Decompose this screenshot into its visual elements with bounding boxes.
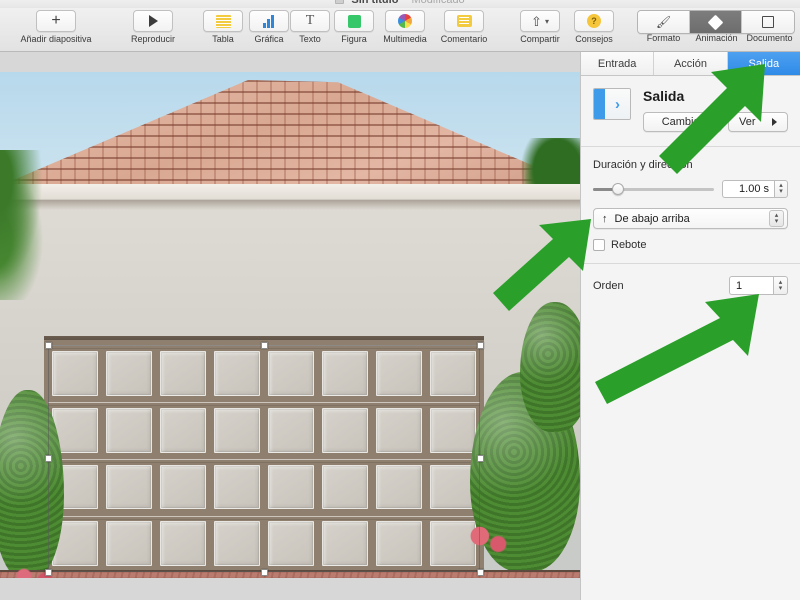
tile-roof (0, 80, 580, 190)
toolbar-text[interactable]: T Texto (290, 10, 330, 44)
toolbar-media-label: Multimedia (383, 34, 427, 44)
chevron-right-icon: › (605, 89, 630, 119)
effect-thumbnail[interactable]: › (593, 88, 631, 120)
media-icon (398, 14, 412, 28)
slider-knob[interactable] (612, 183, 625, 195)
driveway-pavers (0, 572, 580, 578)
selection-handle-middle-left[interactable] (45, 455, 52, 462)
toolbar-add-slide-label: Añadir diapositiva (20, 34, 92, 44)
comment-icon (456, 15, 472, 27)
inspector-segmented-control[interactable]: 🖌 (637, 10, 795, 34)
stepper-down-icon: ▾ (778, 284, 783, 292)
table-icon (215, 14, 231, 28)
main-toolbar: + Añadir diapositiva Reproducir Tabla Gr… (0, 8, 800, 52)
toolbar-tips-label: Consejos (575, 34, 613, 44)
share-icon: ⇧ (531, 13, 542, 29)
toolbar-document-label: Documento (746, 33, 793, 43)
toolbar-text-label: Texto (299, 34, 321, 44)
shape-icon (347, 14, 361, 28)
toolbar-chart[interactable]: Gráfica (247, 10, 291, 44)
toolbar-table-label: Tabla (212, 34, 234, 44)
toolbar-table[interactable]: Tabla (203, 10, 243, 44)
bar-chart-icon (262, 14, 277, 28)
bounce-row[interactable]: Rebote (593, 239, 788, 251)
toolbar-tips[interactable]: ? Consejos (569, 10, 619, 44)
window-title: Sin título (351, 0, 399, 6)
selection-handle-bottom-left[interactable] (45, 569, 52, 576)
selection-bounding-box (48, 345, 480, 572)
selection-handle-bottom-right[interactable] (477, 569, 484, 576)
play-icon (148, 15, 158, 27)
toolbar-chart-label: Gráfica (254, 34, 284, 44)
toolbar-share[interactable]: ⇧ ▾ Compartir (513, 10, 567, 44)
selection-handle-bottom-center[interactable] (261, 569, 268, 576)
toolbar-shape[interactable]: Figura (333, 10, 375, 44)
toolbar-add-slide[interactable]: + Añadir diapositiva (6, 10, 106, 44)
toolbar-comment-label: Comentario (440, 34, 488, 44)
toolbar-format-label: Formato (646, 33, 681, 43)
tab-entrada[interactable]: Entrada (581, 52, 655, 75)
toolbar-animate-button[interactable] (690, 11, 742, 33)
diamond-icon (707, 14, 724, 30)
toolbar-shape-label: Figura (341, 34, 367, 44)
toolbar-comment[interactable]: Comentario (434, 10, 494, 44)
tips-icon: ? (587, 14, 601, 28)
plus-icon: + (51, 12, 61, 29)
app-window: Sin título Modificado + Añadir diapositi… (0, 0, 800, 600)
order-stepper[interactable]: ▴ ▾ (773, 276, 788, 295)
chevron-down-icon: ▾ (544, 16, 549, 26)
slide-canvas[interactable] (0, 52, 580, 600)
wall-shadow (0, 200, 580, 210)
toolbar-share-label: Compartir (520, 34, 560, 44)
roof-fascia (0, 184, 580, 200)
direction-value: De abajo arriba (614, 212, 690, 225)
toolbar-animate-label: Animación (695, 33, 738, 43)
effect-thumb-bar (594, 89, 605, 119)
selection-handle-top-center[interactable] (261, 342, 268, 349)
paintbrush-icon: 🖌 (655, 15, 672, 29)
window-titlebar: Sin título Modificado (0, 0, 800, 8)
toolbar-play[interactable]: Reproducir (116, 10, 190, 44)
selection-handle-top-left[interactable] (45, 342, 52, 349)
popup-chevrons-icon: ▴ ▾ (769, 210, 784, 227)
document-icon (762, 16, 774, 28)
toolbar-document-button[interactable] (742, 11, 794, 33)
toolbar-media[interactable]: Multimedia (376, 10, 434, 44)
palm-fronds (0, 150, 50, 300)
arrow-to-order-field (585, 290, 765, 410)
slide[interactable] (0, 72, 580, 578)
text-icon: T (305, 13, 315, 28)
toolbar-play-label: Reproducir (130, 34, 176, 44)
stepper-down-icon: ▾ (779, 188, 783, 195)
bounce-label: Rebote (611, 239, 647, 251)
roof-region (0, 80, 580, 190)
toolbar-format-button[interactable]: 🖌 (638, 11, 690, 33)
arrow-to-salida-tab (653, 58, 783, 188)
window-modified-label: Modificado (411, 0, 465, 6)
direction-popup-button[interactable]: ↑ De abajo arriba ▴ ▾ (593, 208, 788, 229)
selection-handle-top-right[interactable] (477, 342, 484, 349)
document-proxy-icon[interactable] (335, 0, 345, 4)
tab-entrada-label: Entrada (597, 57, 637, 70)
selection-handle-middle-right[interactable] (477, 455, 484, 462)
